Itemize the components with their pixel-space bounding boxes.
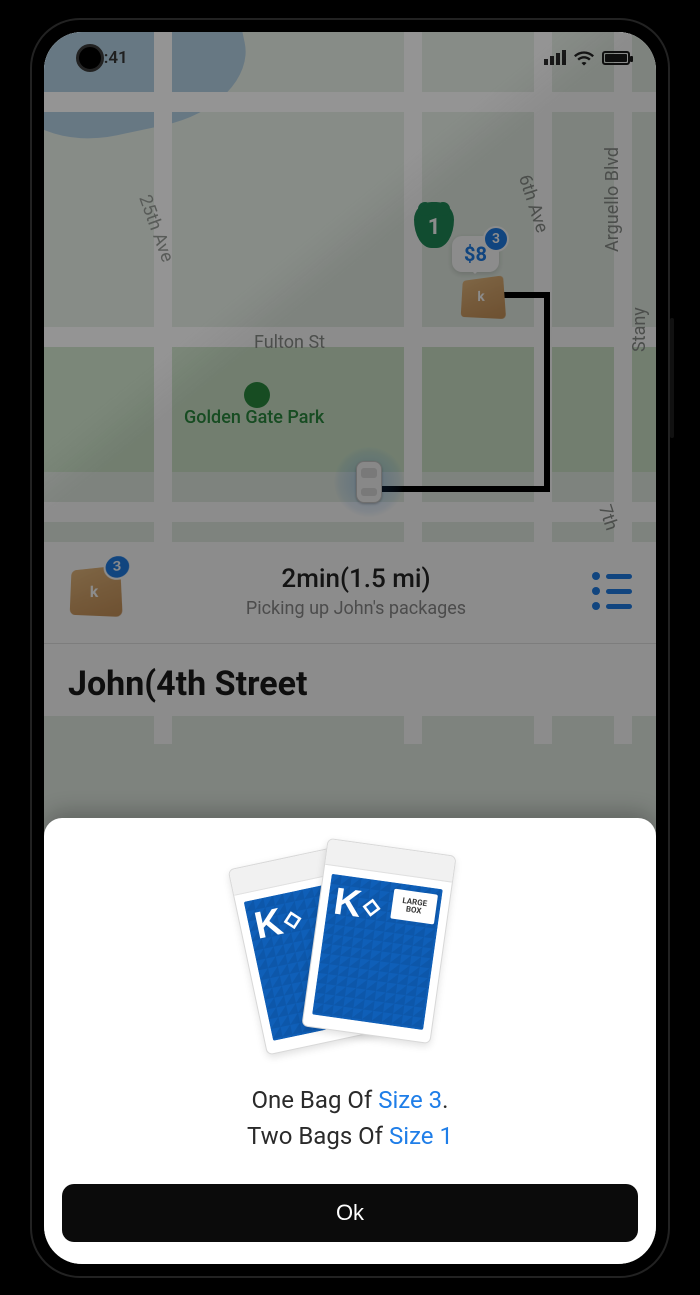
power-button	[670, 318, 674, 438]
bag-illustration: K K LARGE BOX	[240, 846, 460, 1066]
front-camera	[76, 44, 104, 72]
bag-size-sheet: K K LARGE BOX One Bag Of Size 3. Two Bag…	[44, 818, 656, 1264]
ok-button[interactable]: Ok	[62, 1184, 638, 1242]
envelope-icon: K LARGE BOX	[301, 837, 456, 1043]
size-link[interactable]: Size 3	[378, 1086, 442, 1114]
envelope-label: LARGE BOX	[390, 888, 438, 924]
screen: 25th Ave 6th Ave Arguello Blvd Fulton St…	[44, 32, 656, 1264]
sheet-line-1: One Bag Of Size 3.	[62, 1086, 638, 1114]
sheet-line-2: Two Bags Of Size 1	[62, 1122, 638, 1150]
screen-glare	[44, 32, 656, 777]
phone-frame: 25th Ave 6th Ave Arguello Blvd Fulton St…	[30, 18, 670, 1278]
size-link[interactable]: Size 1	[389, 1122, 453, 1150]
